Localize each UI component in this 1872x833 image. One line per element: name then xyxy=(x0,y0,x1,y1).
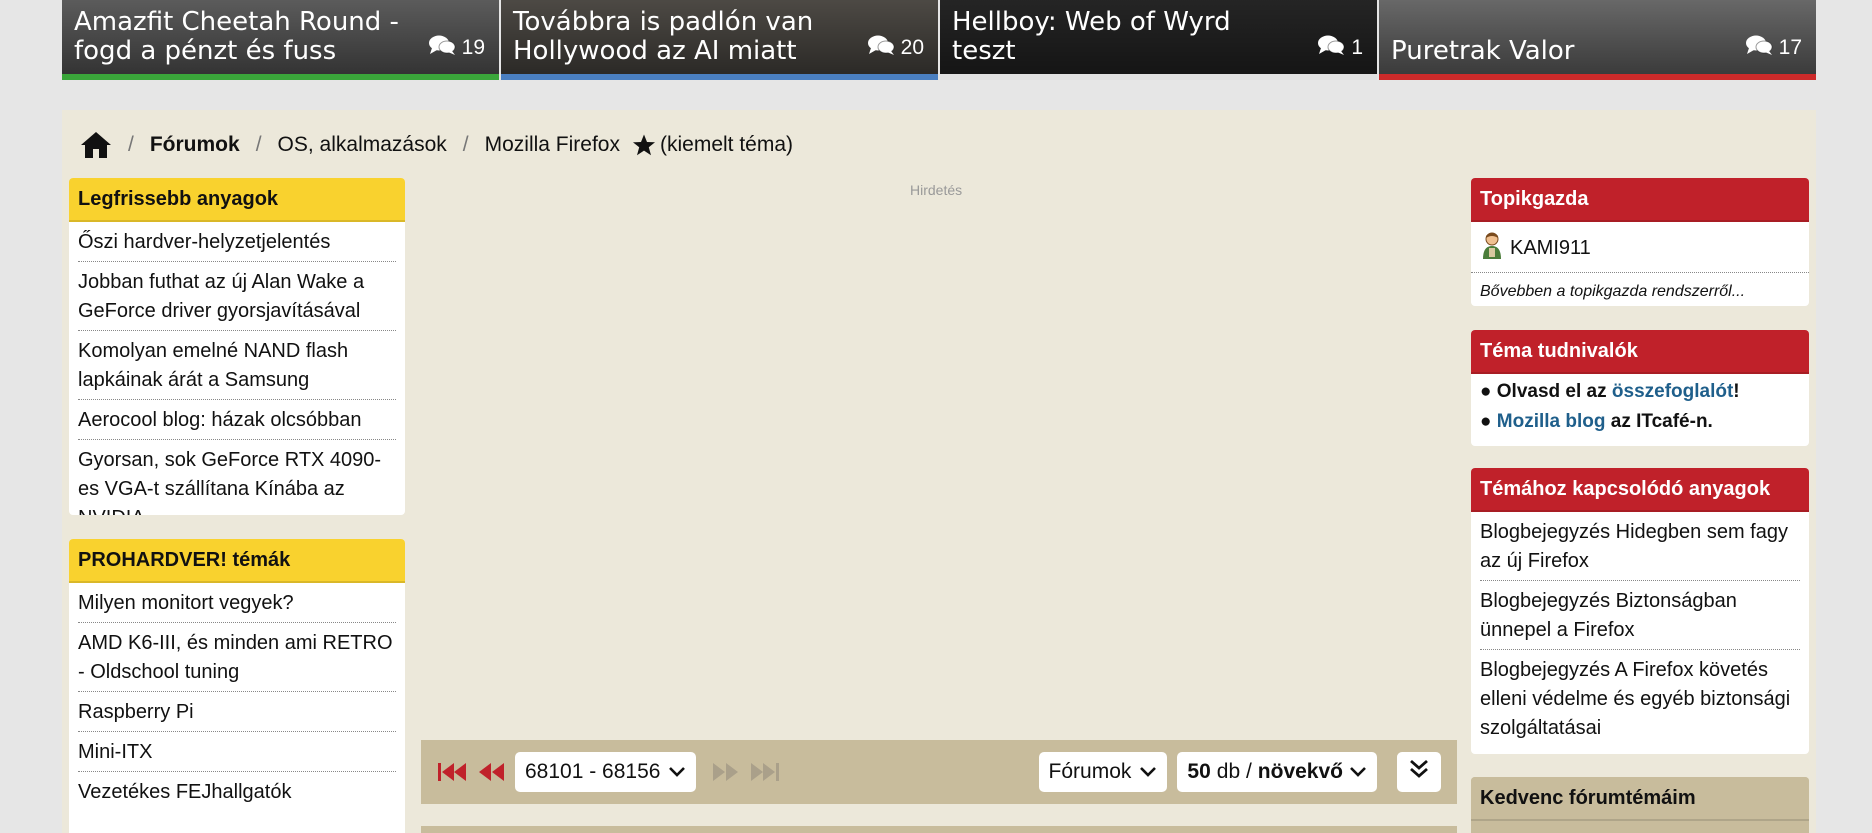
next-page-icon[interactable] xyxy=(712,761,740,783)
related-list: Blogbejegyzés Hidegben sem fagy az új Fi… xyxy=(1471,512,1809,747)
topics-list: Milyen monitort vegyek? AMD K6-III, és mi… xyxy=(69,583,405,811)
tile-color-bar xyxy=(62,74,499,80)
breadcrumb-category-link[interactable]: OS, alkalmazások xyxy=(278,133,447,157)
tile-title[interactable]: Hellboy: Web of Wyrd teszt xyxy=(952,8,1277,66)
tile-count-value: 17 xyxy=(1778,36,1802,59)
scroll-down-button[interactable] xyxy=(1397,752,1441,792)
mozilla-blog-link[interactable]: Mozilla blog xyxy=(1497,411,1606,432)
featured-tile[interactable]: Amazfit Cheetah Round - fogd a pénzt és … xyxy=(62,0,499,80)
breadcrumb-forums-link[interactable]: Fórumok xyxy=(150,133,240,157)
per-page-unit: db / xyxy=(1216,760,1252,783)
related-item-link[interactable]: Blogbejegyzés A Firefox követés elleni v… xyxy=(1480,650,1800,747)
summary-link[interactable]: összefoglalót xyxy=(1612,381,1733,402)
topic-item-link[interactable]: Milyen monitort vegyek? xyxy=(78,583,396,623)
topics-box: PROHARDVER! témák Milyen monitort vegyek… xyxy=(69,539,405,833)
owner-box: Topikgazda KAMI911 Bővebben a topikgazda… xyxy=(1471,178,1809,306)
tile-title[interactable]: Puretrak Valor xyxy=(1391,37,1716,66)
info-line1-end: ! xyxy=(1733,381,1740,402)
owner-name[interactable]: KAMI911 xyxy=(1510,237,1591,260)
first-page-icon[interactable] xyxy=(437,761,467,783)
topics-box-title: PROHARDVER! témák xyxy=(69,539,405,583)
chevron-down-icon xyxy=(668,766,686,778)
chevron-down-icon xyxy=(1139,766,1157,778)
related-box: Témához kapcsolódó anyagok Blogbejegyzés… xyxy=(1471,468,1809,754)
tile-title[interactable]: Továbbra is padlón van Hollywood az AI m… xyxy=(513,8,838,66)
latest-item-link[interactable]: Aerocool blog: házak olcsóbban xyxy=(78,400,396,440)
topic-item-link[interactable]: Mini-ITX xyxy=(78,732,396,772)
page-range-value: 68101 - 68156 xyxy=(525,760,661,783)
info-line2-text: az ITcafé-n. xyxy=(1605,411,1713,432)
tile-count-value: 20 xyxy=(900,36,924,59)
tile-title[interactable]: Amazfit Cheetah Round - fogd a pénzt és … xyxy=(74,8,399,66)
featured-tile[interactable]: Puretrak Valor 17 xyxy=(1379,0,1816,80)
info-box-title: Téma tudnivalók xyxy=(1471,330,1809,374)
info-line1-text: Olvasd el az xyxy=(1496,381,1612,402)
prev-page-icon[interactable] xyxy=(477,761,505,783)
star-icon xyxy=(632,133,656,157)
favorites-box: Kedvenc fórumtémáim xyxy=(1471,777,1809,833)
tile-comment-count: 20 xyxy=(867,34,924,62)
sort-select[interactable]: 50 db / növekvő xyxy=(1177,752,1377,792)
latest-box-title: Legfrissebb anyagok xyxy=(69,178,405,222)
tile-count-value: 19 xyxy=(461,36,485,59)
pagination-bar: 68101 - 68156 Fórumok 50 db / növekvő xyxy=(421,740,1457,804)
last-page-icon[interactable] xyxy=(750,761,780,783)
home-icon[interactable] xyxy=(80,130,112,160)
tile-color-bar xyxy=(940,74,1377,80)
topic-item-link[interactable]: AMD K6-III, és minden ami RETRO - Oldsch… xyxy=(78,623,396,692)
main-panel: / Fórumok / OS, alkalmazások / Mozilla F… xyxy=(62,110,1816,833)
featured-tiles: Amazfit Cheetah Round - fogd a pénzt és … xyxy=(62,0,1816,80)
breadcrumb: / Fórumok / OS, alkalmazások / Mozilla F… xyxy=(80,128,793,162)
featured-label: (kiemelt téma) xyxy=(659,133,794,156)
tile-comment-count: 1 xyxy=(1317,34,1363,62)
featured-tile[interactable]: Hellboy: Web of Wyrd teszt 1 xyxy=(940,0,1377,80)
order-value: növekvő xyxy=(1257,760,1343,783)
latest-item-link[interactable]: Őszi hardver-helyzetjelentés xyxy=(78,222,396,262)
tile-color-bar xyxy=(501,74,938,80)
per-page-value: 50 xyxy=(1187,760,1211,783)
latest-list: Őszi hardver-helyzetjelentés Jobban futha… xyxy=(69,222,405,515)
topic-item-link[interactable]: Raspberry Pi xyxy=(78,692,396,732)
breadcrumb-separator: / xyxy=(255,133,262,156)
comments-icon xyxy=(428,34,456,62)
owner-box-title: Topikgazda xyxy=(1471,178,1809,222)
latest-item-link[interactable]: Jobban futhat az új Alan Wake a GeForce … xyxy=(78,262,396,331)
favorites-box-title: Kedvenc fórumtémáim xyxy=(1471,777,1809,821)
comments-icon xyxy=(1745,34,1773,62)
avatar xyxy=(1480,230,1504,266)
comments-icon xyxy=(1317,34,1345,62)
chevron-down-icon xyxy=(1349,766,1367,778)
related-box-title: Témához kapcsolódó anyagok xyxy=(1471,468,1809,512)
tile-comment-count: 17 xyxy=(1745,34,1802,62)
info-box: Téma tudnivalók ● Olvasd el az összefogl… xyxy=(1471,330,1809,446)
post-list-header xyxy=(421,826,1457,833)
forum-select-value: Fórumok xyxy=(1048,760,1132,783)
page-range-select[interactable]: 68101 - 68156 xyxy=(515,752,697,792)
owner-more-link[interactable]: Bővebben a topikgazda rendszerről... xyxy=(1471,273,1809,306)
topic-item-link[interactable]: Vezetékes FEJhallgatók xyxy=(78,772,396,811)
breadcrumb-topic: Mozilla Firefox xyxy=(484,133,620,156)
tile-color-bar xyxy=(1379,74,1816,80)
breadcrumb-separator: / xyxy=(128,133,134,156)
related-item-link[interactable]: Blogbejegyzés Biztonságban ünnepel a Fir… xyxy=(1480,581,1800,650)
tile-count-value: 1 xyxy=(1351,36,1363,59)
owner-row: KAMI911 xyxy=(1471,222,1809,273)
latest-item-link[interactable]: Gyorsan, sok GeForce RTX 4090-es VGA-t s… xyxy=(78,440,396,515)
forum-select[interactable]: Fórumok xyxy=(1038,752,1168,792)
ad-label: Hirdetés xyxy=(910,182,963,198)
latest-box: Legfrissebb anyagok Őszi hardver-helyzet… xyxy=(69,178,405,515)
double-chevron-down-icon xyxy=(1408,758,1430,786)
info-line-blog: ● Mozilla blog az ITcafé-n. xyxy=(1480,411,1713,432)
related-item-link[interactable]: Blogbejegyzés Hidegben sem fagy az új Fi… xyxy=(1480,512,1800,581)
latest-item-link[interactable]: Komolyan emelné NAND flash lapkáinak árá… xyxy=(78,331,396,400)
featured-tile[interactable]: Továbbra is padlón van Hollywood az AI m… xyxy=(501,0,938,80)
comments-icon xyxy=(867,34,895,62)
breadcrumb-separator: / xyxy=(462,133,469,156)
info-line-summary: ● Olvasd el az összefoglalót! xyxy=(1480,381,1740,402)
tile-comment-count: 19 xyxy=(428,34,485,62)
